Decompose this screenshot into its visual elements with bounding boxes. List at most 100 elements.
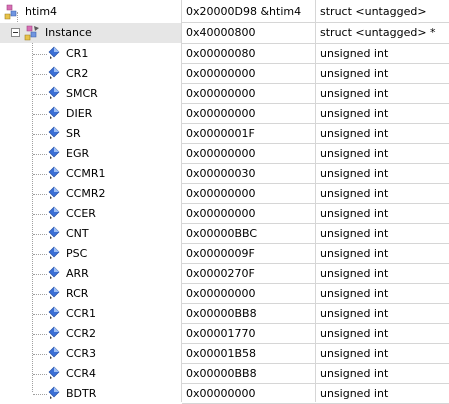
variable-icon — [47, 366, 61, 384]
tree-row-instance[interactable]: Instance 0x40000800 struct <untagged> * — [0, 23, 449, 43]
variable-type: unsigned int — [320, 107, 389, 120]
variable-icon — [47, 186, 61, 204]
tree-line — [33, 254, 47, 255]
variable-name: CCMR2 — [66, 187, 106, 200]
variable-name: CCR2 — [66, 327, 97, 340]
variable-name: CCR4 — [66, 367, 97, 380]
tree-line — [33, 54, 47, 55]
variable-name: SMCR — [66, 87, 98, 100]
tree-row-register[interactable]: CR1 0x00000080 unsigned int — [0, 44, 449, 64]
variable-name: ARR — [66, 267, 89, 280]
tree-line — [33, 154, 47, 155]
tree-line — [33, 314, 47, 315]
tree-row-register[interactable]: DIER 0x00000000 unsigned int — [0, 104, 449, 124]
tree-line — [33, 394, 47, 395]
variable-type: unsigned int — [320, 127, 389, 140]
variable-icon — [47, 126, 61, 144]
variable-name: Instance — [45, 26, 92, 39]
tree-line — [33, 354, 47, 355]
variable-value[interactable]: 0x00000BB8 — [182, 304, 315, 324]
tree-row-htim4[interactable]: htim4 0x20000D98 &htim4 struct <untagged… — [0, 2, 449, 22]
variable-name: CNT — [66, 227, 89, 240]
variable-icon — [47, 66, 61, 84]
tree-row-register[interactable]: PSC 0x0000009F unsigned int — [0, 244, 449, 264]
variable-name: SR — [66, 127, 81, 140]
variable-name: CCR1 — [66, 307, 97, 320]
variable-name: CR2 — [66, 67, 89, 80]
variable-type: unsigned int — [320, 287, 389, 300]
variable-icon — [47, 326, 61, 344]
variable-type: unsigned int — [320, 367, 389, 380]
variable-name: DIER — [66, 107, 93, 120]
variable-value[interactable]: 0x00000000 — [182, 84, 315, 104]
variable-name: EGR — [66, 147, 90, 160]
variable-type: unsigned int — [320, 67, 389, 80]
tree-row-register[interactable]: RCR 0x00000000 unsigned int — [0, 284, 449, 304]
variable-value[interactable]: 0x0000270F — [182, 264, 315, 284]
variable-value[interactable]: 0x00000000 — [182, 204, 315, 224]
variable-value[interactable]: 0x00000000 — [182, 104, 315, 124]
variable-value[interactable]: 0x00000000 — [182, 144, 315, 164]
variable-type: unsigned int — [320, 327, 389, 340]
variable-name: CCMR1 — [66, 167, 106, 180]
variable-value[interactable]: 0x00000000 — [182, 184, 315, 204]
variable-icon — [47, 246, 61, 264]
variable-type: unsigned int — [320, 87, 389, 100]
collapse-toggle-icon[interactable] — [11, 28, 20, 37]
variable-value[interactable]: 0x20000D98 &htim4 — [182, 2, 315, 22]
tree-row-register[interactable]: CCMR1 0x00000030 unsigned int — [0, 164, 449, 184]
tree-line — [33, 194, 47, 195]
variable-icon — [47, 106, 61, 124]
variable-value[interactable]: 0x40000800 — [182, 23, 315, 43]
tree-line — [33, 334, 47, 335]
struct-variable-icon — [4, 4, 20, 22]
tree-row-register[interactable]: CCER 0x00000000 unsigned int — [0, 204, 449, 224]
tree-row-register[interactable]: EGR 0x00000000 unsigned int — [0, 144, 449, 164]
tree-row-register[interactable]: CCMR2 0x00000000 unsigned int — [0, 184, 449, 204]
tree-row-register[interactable]: SMCR 0x00000000 unsigned int — [0, 84, 449, 104]
variable-value[interactable]: 0x00000000 — [182, 64, 315, 84]
variable-type: unsigned int — [320, 47, 389, 60]
tree-row-register[interactable]: ARR 0x0000270F unsigned int — [0, 264, 449, 284]
variable-value[interactable]: 0x00000BB8 — [182, 364, 315, 384]
variable-value[interactable]: 0x0000001F — [182, 124, 315, 144]
variable-icon — [47, 166, 61, 184]
tree-row-register[interactable]: CCR3 0x00001B58 unsigned int — [0, 344, 449, 364]
struct-pointer-icon — [24, 25, 40, 43]
tree-row-register[interactable]: CCR4 0x00000BB8 unsigned int — [0, 364, 449, 384]
tree-line — [33, 114, 47, 115]
tree-line — [33, 234, 47, 235]
variable-value[interactable]: 0x00000BBC — [182, 224, 315, 244]
variable-icon — [47, 346, 61, 364]
variable-name: BDTR — [66, 387, 97, 400]
variable-type: unsigned int — [320, 307, 389, 320]
tree-row-register[interactable]: CCR2 0x00001770 unsigned int — [0, 324, 449, 344]
variable-name: RCR — [66, 287, 89, 300]
variable-value[interactable]: 0x00000030 — [182, 164, 315, 184]
variable-name: PSC — [66, 247, 88, 260]
variable-type: unsigned int — [320, 227, 389, 240]
variable-value[interactable]: 0x00001770 — [182, 324, 315, 344]
variable-value[interactable]: 0x00001B58 — [182, 344, 315, 364]
tree-row-register[interactable]: CNT 0x00000BBC unsigned int — [0, 224, 449, 244]
variable-value[interactable]: 0x00000000 — [182, 384, 315, 404]
variable-value[interactable]: 0x00000000 — [182, 284, 315, 304]
variable-type: unsigned int — [320, 207, 389, 220]
variable-type: unsigned int — [320, 147, 389, 160]
variable-type: unsigned int — [320, 187, 389, 200]
tree-line — [33, 374, 47, 375]
variable-name: CCER — [66, 207, 96, 220]
tree-row-register[interactable]: BDTR 0x00000000 unsigned int — [0, 384, 449, 404]
tree-line — [33, 174, 47, 175]
variable-type: struct <untagged> — [320, 5, 427, 18]
variable-name: CR1 — [66, 47, 89, 60]
variable-icon — [47, 226, 61, 244]
variable-value[interactable]: 0x00000080 — [182, 44, 315, 64]
tree-row-register[interactable]: CCR1 0x00000BB8 unsigned int — [0, 304, 449, 324]
tree-row-register[interactable]: SR 0x0000001F unsigned int — [0, 124, 449, 144]
variable-icon — [47, 146, 61, 164]
tree-line — [33, 94, 47, 95]
variable-value[interactable]: 0x0000009F — [182, 244, 315, 264]
tree-row-register[interactable]: CR2 0x00000000 unsigned int — [0, 64, 449, 84]
variable-name: htim4 — [25, 5, 58, 18]
